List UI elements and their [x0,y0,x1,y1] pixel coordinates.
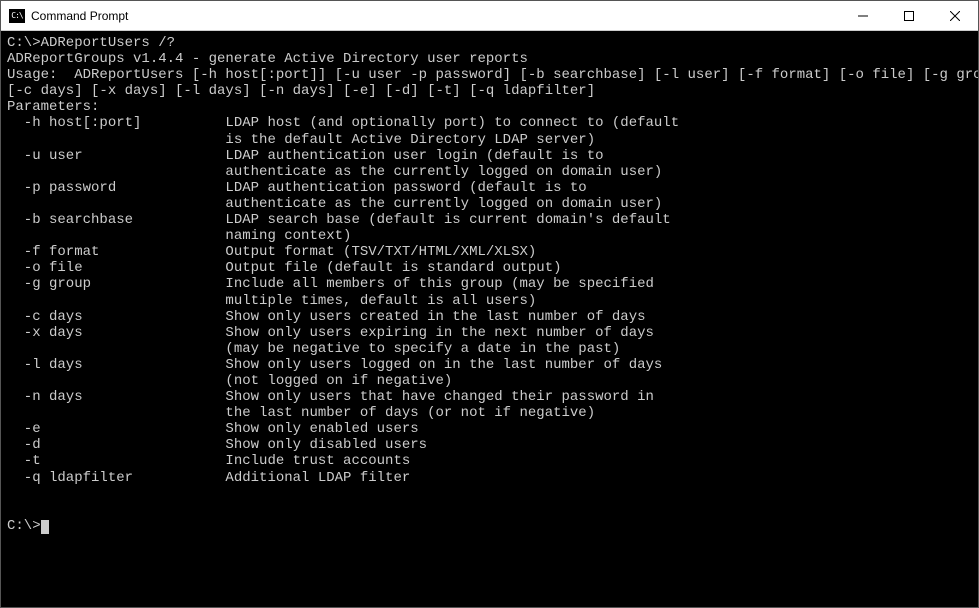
close-icon [950,11,960,21]
maximize-icon [904,11,914,21]
title-left: C:\ Command Prompt [9,9,128,23]
title-bar: C:\ Command Prompt [1,1,978,31]
maximize-button[interactable] [886,1,932,30]
minimize-icon [858,11,868,21]
window-title: Command Prompt [31,9,128,23]
window-controls [840,1,978,30]
close-button[interactable] [932,1,978,30]
minimize-button[interactable] [840,1,886,30]
app-icon: C:\ [9,9,25,23]
command-prompt-window: C:\ Command Prompt C:\>ADReportUsers /? … [0,0,979,608]
terminal-output[interactable]: C:\>ADReportUsers /? ADReportGroups v1.4… [1,31,978,607]
cursor [41,520,49,534]
